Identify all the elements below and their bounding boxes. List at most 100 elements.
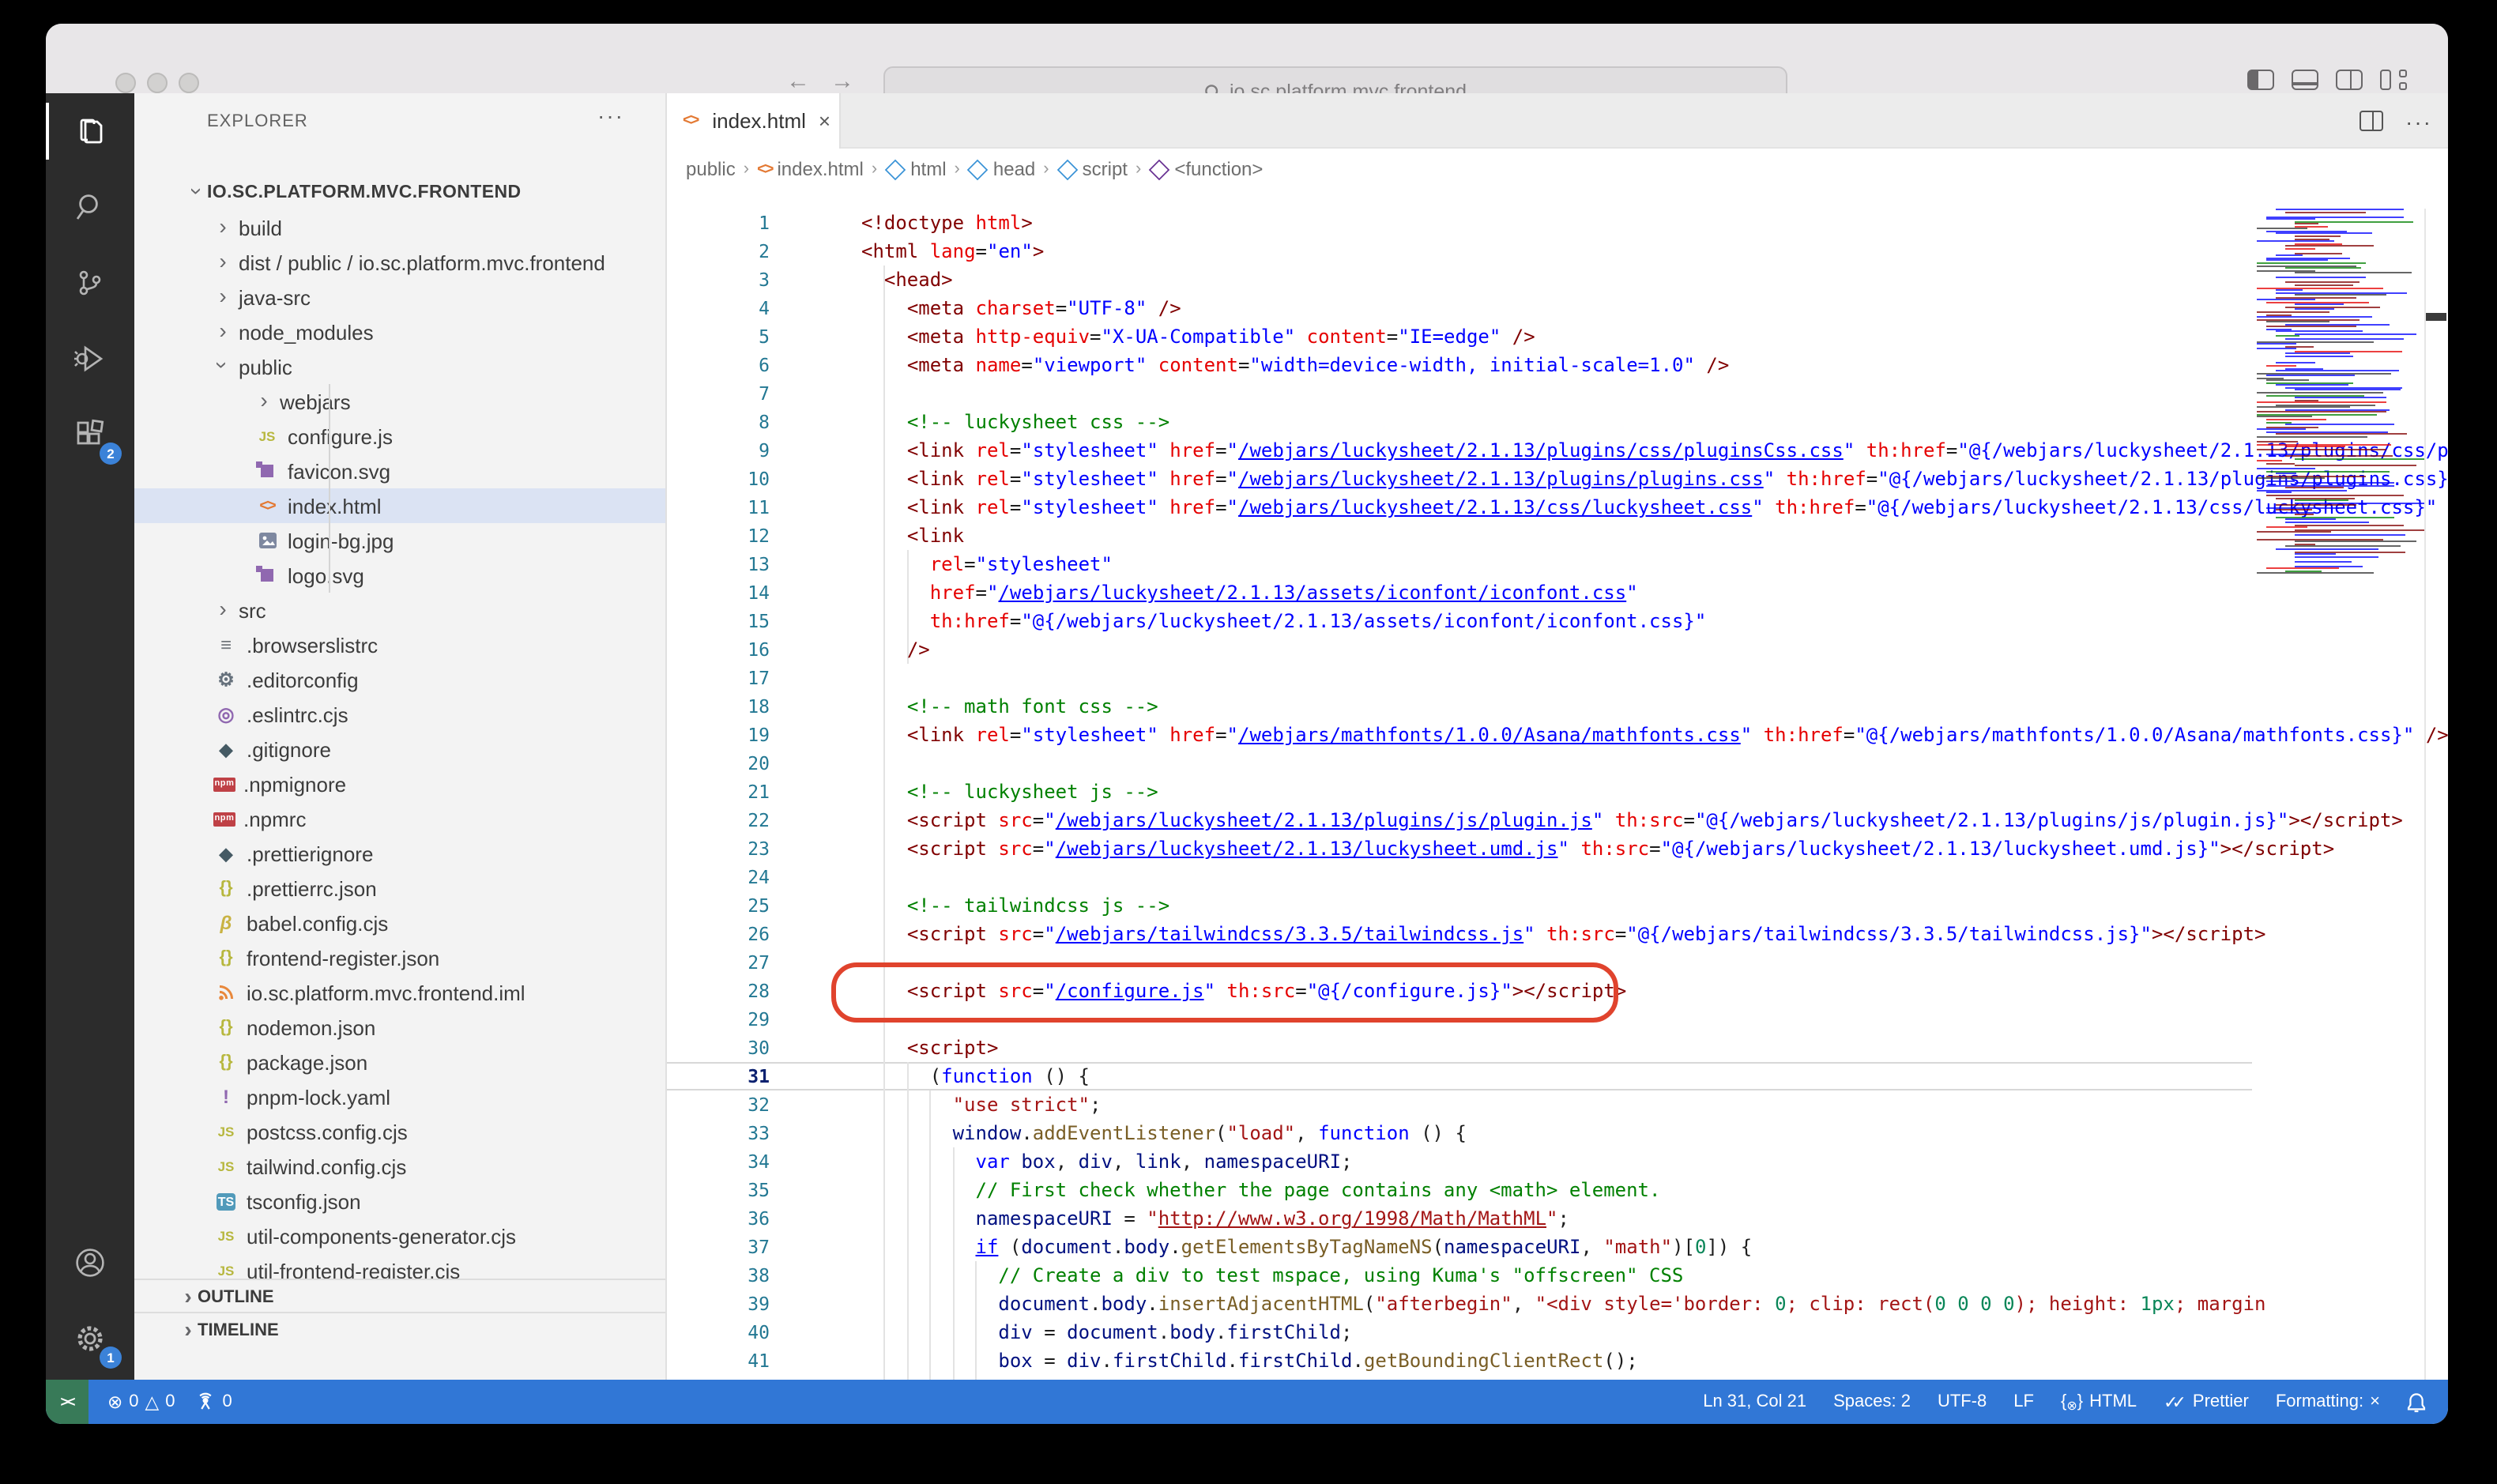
tree-item-.gitignore[interactable]: ◆.gitignore <box>134 732 665 766</box>
breadcrumb-item-head[interactable]: head <box>968 158 1035 180</box>
activity-run-debug[interactable] <box>46 321 134 397</box>
outline-label: OUTLINE <box>198 1287 274 1306</box>
tab-close-icon[interactable]: × <box>819 109 830 133</box>
traffic-light-minimize[interactable] <box>147 73 168 93</box>
tree-item-pnpm-lock.yaml[interactable]: !pnpm-lock.yaml <box>134 1079 665 1114</box>
annotation-highlight-box <box>831 962 1618 1023</box>
language-mode[interactable]: {⊗} HTML <box>2061 1392 2137 1411</box>
eol-setting[interactable]: LF <box>2013 1392 2034 1411</box>
editor-more-actions-icon[interactable]: ··· <box>2405 108 2432 134</box>
tree-item-label: dist / public / io.sc.platform.mvc.front… <box>239 250 605 274</box>
tree-item-logo.svg[interactable]: logo.svg <box>134 558 665 593</box>
activity-accounts[interactable] <box>46 1225 134 1301</box>
tree-item-label: babel.config.cjs <box>247 911 388 935</box>
remote-icon: >< <box>60 1394 73 1410</box>
tree-item-babel.config.cjs[interactable]: βbabel.config.cjs <box>134 906 665 940</box>
tree-item-.browserslistrc[interactable]: ≡.browserslistrc <box>134 627 665 662</box>
toggle-secondary-sidebar-icon[interactable] <box>2336 70 2363 90</box>
tree-item-login-bg.jpg[interactable]: login-bg.jpg <box>134 523 665 558</box>
tree-item-.eslintrc.cjs[interactable]: ◎.eslintrc.cjs <box>134 697 665 732</box>
tree-item-build[interactable]: ›build <box>134 210 665 245</box>
tree-item-tsconfig.json[interactable]: TStsconfig.json <box>134 1184 665 1218</box>
tree-item-dist-public-io.sc.platform.mvc.frontend[interactable]: ›dist / public / io.sc.platform.mvc.fron… <box>134 245 665 280</box>
tree-item-label: .editorconfig <box>247 668 359 691</box>
breadcrumb-item-index-html[interactable]: <>index.html <box>757 158 864 180</box>
breadcrumb-item-script[interactable]: script <box>1057 158 1128 180</box>
tree-item-package.json[interactable]: {}package.json <box>134 1045 665 1079</box>
tree-item-.prettierignore[interactable]: ◆.prettierignore <box>134 836 665 871</box>
line-number: 34 <box>667 1147 770 1176</box>
line-number: 31 <box>667 1062 770 1090</box>
tree-item-webjars[interactable]: ›webjars <box>134 384 665 419</box>
tree-item-frontend-register.json[interactable]: {}frontend-register.json <box>134 940 665 975</box>
code-line-36: namespaceURI = "http://www.w3.org/1998/M… <box>861 1204 1569 1233</box>
code-line-33: window.addEventListener("load", function… <box>861 1119 1467 1147</box>
code-line-31: (function () { <box>861 1062 1090 1090</box>
activity-explorer[interactable] <box>46 93 134 169</box>
tree-item-configure.js[interactable]: JSconfigure.js <box>134 419 665 454</box>
activity-extensions[interactable]: 2 <box>46 397 134 473</box>
activity-settings[interactable]: 1 <box>46 1301 134 1377</box>
tree-item-nodemon.json[interactable]: {}nodemon.json <box>134 1010 665 1045</box>
toggle-panel-icon[interactable] <box>2292 70 2318 90</box>
cursor-position[interactable]: Ln 31, Col 21 <box>1703 1392 1806 1411</box>
code-line-22: <script src="/webjars/luckysheet/2.1.13/… <box>861 806 2403 834</box>
breadcrumb-label: <function> <box>1174 158 1263 180</box>
explorer-more-actions[interactable]: ··· <box>597 103 624 128</box>
tree-item-.editorconfig[interactable]: ⚙.editorconfig <box>134 662 665 697</box>
toggle-sidebar-icon[interactable] <box>2247 70 2274 90</box>
bell-icon[interactable] <box>2407 1392 2426 1412</box>
tree-item-label: configure.js <box>288 424 393 448</box>
line-number: 4 <box>667 294 770 322</box>
tree-root[interactable]: › IO.SC.PLATFORM.MVC.FRONTEND <box>134 175 665 210</box>
code-line-11: <link rel="stylesheet" href="/webjars/lu… <box>861 493 2448 522</box>
indentation-setting[interactable]: Spaces: 2 <box>1833 1392 1911 1411</box>
traffic-light-zoom[interactable] <box>179 73 199 93</box>
tree-item-postcss.config.cjs[interactable]: JSpostcss.config.cjs <box>134 1114 665 1149</box>
activity-search[interactable] <box>46 169 134 245</box>
chevron-right-icon: › <box>213 283 232 308</box>
formatter-indicator[interactable]: ✓✓ Prettier <box>2164 1392 2249 1412</box>
minimap[interactable] <box>2250 209 2426 1380</box>
remote-indicator[interactable]: >< <box>46 1380 89 1424</box>
sidebar-section-timeline[interactable]: › TIMELINE <box>134 1312 665 1347</box>
tree-item-label: package.json <box>247 1050 367 1074</box>
encoding-setting[interactable]: UTF-8 <box>1938 1392 1987 1411</box>
breadcrumb-item-public[interactable]: public <box>686 158 736 180</box>
line-number: 41 <box>667 1347 770 1375</box>
extensions-badge: 2 <box>100 443 122 465</box>
tree-item-index.html[interactable]: <>index.html <box>134 488 665 523</box>
breadcrumb-label: public <box>686 158 736 180</box>
breadcrumb-item--function-[interactable]: <function> <box>1149 158 1263 180</box>
tree-item-.prettierrc.json[interactable]: {}.prettierrc.json <box>134 871 665 906</box>
tree-item-node-modules[interactable]: ›node_modules <box>134 315 665 349</box>
ports-indicator[interactable]: 0 <box>194 1392 232 1411</box>
breadcrumb-item-html[interactable]: html <box>885 158 946 180</box>
line-number: 26 <box>667 920 770 948</box>
tree-item-src[interactable]: ›src <box>134 593 665 627</box>
tree-item-io.sc.platform.mvc.frontend.iml[interactable]: io.sc.platform.mvc.frontend.iml <box>134 975 665 1010</box>
problems-indicator[interactable]: ⊗0 △0 <box>107 1391 175 1413</box>
tree-item-tailwind.config.cjs[interactable]: JStailwind.config.cjs <box>134 1149 665 1184</box>
code-line-40: div = document.body.firstChild; <box>861 1318 1352 1347</box>
activity-source-control[interactable] <box>46 245 134 321</box>
nav-forward-button[interactable]: → <box>827 68 858 95</box>
tree-item-.npmignore[interactable]: npm.npmignore <box>134 766 665 801</box>
nav-back-button[interactable]: ← <box>782 68 814 95</box>
tree-item-label: postcss.config.cjs <box>247 1120 408 1143</box>
sidebar-section-outline[interactable]: › OUTLINE <box>134 1279 665 1313</box>
tree-item-.npmrc[interactable]: npm.npmrc <box>134 801 665 836</box>
tree-item-java-src[interactable]: ›java-src <box>134 280 665 315</box>
tree-item-util-components-generator.cjs[interactable]: JSutil-components-generator.cjs <box>134 1218 665 1253</box>
code-area[interactable]: 1<!doctype html>2<html lang="en">3 <head… <box>667 209 2448 1380</box>
tab-index-html[interactable]: <> index.html × <box>667 93 841 149</box>
line-number: 15 <box>667 607 770 635</box>
formatting-status[interactable]: Formatting: × <box>2276 1392 2380 1411</box>
code-line-41: box = div.firstChild.firstChild.getBound… <box>861 1347 1638 1375</box>
tree-item-favicon.svg[interactable]: favicon.svg <box>134 454 665 488</box>
tree-item-public[interactable]: ›public <box>134 349 665 384</box>
customize-layout-icon[interactable] <box>2380 70 2407 90</box>
traffic-light-close[interactable] <box>115 73 136 93</box>
split-editor-icon[interactable] <box>2360 111 2383 131</box>
code-line-2: <html lang="en"> <box>861 237 1044 266</box>
